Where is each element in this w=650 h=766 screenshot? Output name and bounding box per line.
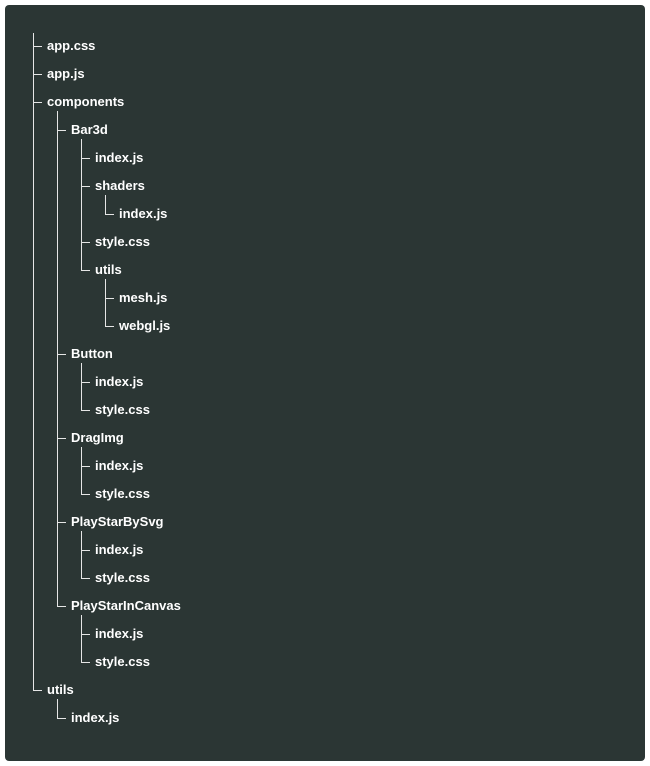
tree-connector bbox=[57, 718, 66, 719]
tree-connector bbox=[33, 74, 42, 75]
file-label: index.js bbox=[71, 710, 120, 725]
tree-connector bbox=[81, 186, 90, 187]
tree-connector bbox=[57, 438, 66, 439]
tree-connector bbox=[81, 466, 90, 467]
tree-connector bbox=[33, 690, 42, 691]
tree-connector bbox=[81, 242, 90, 243]
folder-label: Button bbox=[71, 346, 113, 361]
file-label: app.js bbox=[47, 66, 85, 81]
tree-connector bbox=[81, 634, 90, 635]
folder-label: components bbox=[47, 94, 125, 109]
file-label: style.css bbox=[95, 402, 150, 417]
tree-branch-line bbox=[105, 279, 106, 327]
file-label: index.js bbox=[95, 626, 144, 641]
tree-connector bbox=[57, 522, 66, 523]
file-label: index.js bbox=[95, 374, 144, 389]
file-label: mesh.js bbox=[119, 290, 168, 305]
file-label: index.js bbox=[95, 542, 144, 557]
file-tree-panel: app.css app.js components Bar3d index.js shad… bbox=[5, 5, 645, 761]
tree-connector bbox=[81, 578, 90, 579]
tree-branch-line bbox=[105, 195, 106, 215]
tree-connector bbox=[81, 410, 90, 411]
tree-connector bbox=[57, 354, 66, 355]
tree-connector bbox=[105, 326, 114, 327]
tree-connector bbox=[105, 214, 114, 215]
tree-connector bbox=[81, 494, 90, 495]
tree-connector bbox=[33, 46, 42, 47]
file-label: style.css bbox=[95, 654, 150, 669]
tree-branch-line bbox=[81, 615, 82, 663]
tree-connector bbox=[81, 550, 90, 551]
folder-label: PlayStarInCanvas bbox=[71, 598, 181, 613]
tree-connector bbox=[33, 102, 42, 103]
tree-connector bbox=[57, 606, 66, 607]
tree-connector bbox=[105, 298, 114, 299]
file-label: app.css bbox=[47, 38, 96, 53]
tree-branch-line bbox=[33, 33, 34, 691]
tree-branch-line bbox=[57, 111, 58, 607]
file-label: index.js bbox=[95, 458, 144, 473]
folder-label: PlayStarBySvg bbox=[71, 514, 164, 529]
file-label: index.js bbox=[95, 150, 144, 165]
tree-branch-line bbox=[81, 363, 82, 411]
tree-connector bbox=[81, 662, 90, 663]
tree-connector bbox=[81, 158, 90, 159]
tree-connector bbox=[57, 130, 66, 131]
folder-label: utils bbox=[95, 262, 122, 277]
file-label: style.css bbox=[95, 234, 150, 249]
file-label: index.js bbox=[119, 206, 168, 221]
file-tree: app.css app.js components Bar3d index.js shad… bbox=[5, 5, 645, 761]
folder-label: shaders bbox=[95, 178, 145, 193]
tree-branch-line bbox=[57, 699, 58, 719]
tree-connector bbox=[81, 382, 90, 383]
tree-branch-line bbox=[81, 139, 82, 271]
folder-label: DragImg bbox=[71, 430, 124, 445]
file-label: style.css bbox=[95, 570, 150, 585]
tree-branch-line bbox=[81, 447, 82, 495]
file-label: webgl.js bbox=[119, 318, 171, 333]
tree-connector bbox=[81, 270, 90, 271]
folder-label: Bar3d bbox=[71, 122, 108, 137]
tree-branch-line bbox=[81, 531, 82, 579]
folder-label: utils bbox=[47, 682, 74, 697]
file-label: style.css bbox=[95, 486, 150, 501]
